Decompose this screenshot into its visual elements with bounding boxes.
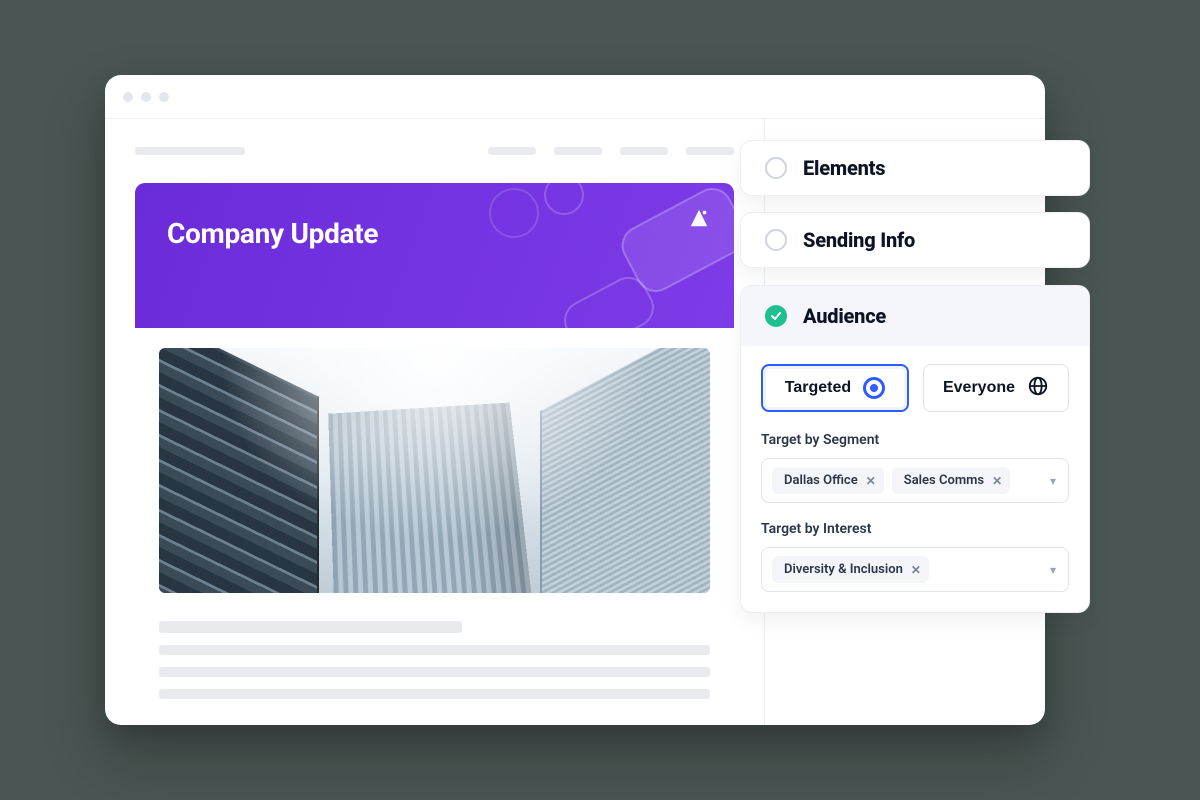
chevron-down-icon[interactable]: ▾ [1050, 474, 1056, 488]
app-header-placeholder [135, 147, 734, 155]
step-indicator-icon [765, 157, 787, 179]
email-hero: Company Update [135, 183, 734, 328]
brand-logo-icon [688, 207, 710, 233]
panel-audience-title: Audience [803, 304, 886, 328]
interest-tag-input[interactable]: Diversity & Inclusion ✕ ▾ [761, 547, 1069, 592]
step-indicator-icon [765, 229, 787, 251]
panel-audience: Audience Targeted Everyone Target by Seg… [740, 285, 1090, 613]
window-dot [123, 92, 133, 102]
email-hero-title: Company Update [167, 217, 702, 250]
globe-icon [1027, 375, 1049, 402]
preview-pane: Company Update [105, 119, 765, 725]
window-dot [159, 92, 169, 102]
segment-field-label: Target by Segment [761, 432, 1069, 448]
segment-tag: Sales Comms ✕ [892, 467, 1010, 494]
segment-tag-label: Sales Comms [904, 473, 984, 488]
panel-elements[interactable]: Elements [740, 140, 1090, 196]
chevron-down-icon[interactable]: ▾ [1050, 563, 1056, 577]
audience-tab-everyone-label: Everyone [943, 379, 1015, 397]
audience-tab-targeted[interactable]: Targeted [761, 364, 909, 412]
email-preview-card: Company Update [135, 183, 734, 711]
email-hero-image [159, 348, 710, 593]
window-dot [141, 92, 151, 102]
segment-tag-label: Dallas Office [784, 473, 858, 488]
interest-field-label: Target by Interest [761, 521, 1069, 537]
audience-tab-targeted-label: Targeted [785, 379, 851, 397]
segment-tag-input[interactable]: Dallas Office ✕ Sales Comms ✕ ▾ [761, 458, 1069, 503]
interest-tag: Diversity & Inclusion ✕ [772, 556, 929, 583]
step-complete-icon [765, 305, 787, 327]
panel-sending-info[interactable]: Sending Info [740, 212, 1090, 268]
remove-tag-icon[interactable]: ✕ [911, 563, 921, 577]
remove-tag-icon[interactable]: ✕ [992, 474, 1002, 488]
panel-elements-title: Elements [803, 156, 885, 180]
browser-chrome [105, 75, 1045, 119]
segment-tag: Dallas Office ✕ [772, 467, 884, 494]
remove-tag-icon[interactable]: ✕ [866, 474, 876, 488]
interest-tag-label: Diversity & Inclusion [784, 562, 903, 577]
target-icon [863, 377, 885, 399]
audience-tab-everyone[interactable]: Everyone [923, 364, 1069, 412]
panel-sending-title: Sending Info [803, 228, 915, 252]
email-body-placeholder [135, 613, 734, 699]
